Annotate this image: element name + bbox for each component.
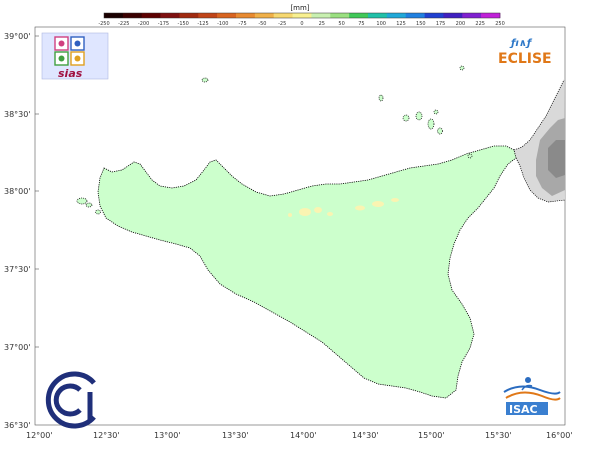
colorbar-swatch bbox=[141, 13, 161, 18]
colorbar-swatch bbox=[443, 13, 463, 18]
colorbar-swatch bbox=[349, 13, 369, 18]
lon-labels: 12°00' 12°30' 13°00' 13°30' 14°00' 14°30… bbox=[26, 431, 573, 440]
colorbar-swatch bbox=[481, 13, 501, 18]
colorbar-swatch bbox=[330, 13, 350, 18]
colorbar-tick-label: -25 bbox=[278, 21, 286, 27]
colorbar-ticks: -250 -225 -200 -175 -150 -125 -100 -75 -50 -25 0 25… bbox=[98, 21, 504, 27]
colorbar-swatch bbox=[292, 13, 312, 18]
filicudi-island bbox=[402, 114, 410, 122]
colorbar-tick-label: 200 bbox=[456, 21, 466, 27]
eclise-logo-text: ECLISE bbox=[498, 51, 552, 67]
colorbar-unit: [mm] bbox=[290, 4, 309, 12]
colorbar-swatch bbox=[386, 13, 407, 18]
egadi-islands bbox=[76, 197, 88, 205]
map-canvas: 39°00' 38°30' 38°00' 37°30' 37°00' 36°30… bbox=[4, 4, 573, 440]
colorbar-tick-label: 250 bbox=[495, 21, 505, 27]
vulcano-island bbox=[437, 127, 443, 135]
colorbar-swatch bbox=[368, 13, 388, 18]
colorbar-tick-label: -200 bbox=[138, 21, 149, 27]
colorbar-tick-label: 50 bbox=[338, 21, 344, 27]
colorbar-swatch bbox=[179, 13, 199, 18]
lon-label: 14°00' bbox=[290, 431, 317, 440]
colorbar-tick-label: -50 bbox=[258, 21, 266, 27]
lat-label: 38°30' bbox=[4, 110, 31, 119]
colorbar-tick-label: 225 bbox=[475, 21, 485, 27]
colorbar-swatches bbox=[104, 13, 501, 18]
colorbar-swatch bbox=[462, 13, 482, 18]
isac-logo-text: ISAC bbox=[509, 403, 538, 416]
lon-label: 14°30' bbox=[352, 431, 379, 440]
colorbar-tick-label: -75 bbox=[239, 21, 247, 27]
lon-label: 12°00' bbox=[26, 431, 53, 440]
colorbar-tick-label: -150 bbox=[178, 21, 189, 27]
lon-label: 12°30' bbox=[93, 431, 120, 440]
colorbar-tick-label: -125 bbox=[197, 21, 208, 27]
colorbar-tick-label: -250 bbox=[98, 21, 109, 27]
colorbar-swatch bbox=[236, 13, 256, 18]
colorbar-tick-label: 125 bbox=[396, 21, 406, 27]
lat-label: 38°00' bbox=[4, 187, 31, 196]
lon-label: 15°00' bbox=[418, 431, 445, 440]
colorbar-tick-label: 25 bbox=[319, 21, 325, 27]
colorbar-tick-label: 0 bbox=[300, 21, 303, 27]
colorbar-tick-label: 75 bbox=[358, 21, 364, 27]
colorbar-tick-label: -100 bbox=[217, 21, 228, 27]
colorbar-swatch bbox=[104, 13, 124, 18]
colorbar-swatch bbox=[424, 13, 444, 18]
lat-label: 37°00' bbox=[4, 343, 31, 352]
lon-label: 16°00' bbox=[546, 431, 573, 440]
eclise-logo-mark: ƒı∧ƒ bbox=[509, 38, 533, 49]
panarea-island bbox=[433, 109, 439, 115]
colorbar-swatch bbox=[405, 13, 425, 18]
lon-label: 13°30' bbox=[222, 431, 249, 440]
colorbar-swatch bbox=[254, 13, 275, 18]
lat-label: 39°00' bbox=[4, 32, 31, 41]
colorbar-swatch bbox=[311, 13, 331, 18]
lat-labels: 39°00' 38°30' 38°00' 37°30' 37°00' 36°30… bbox=[4, 32, 31, 430]
colorbar-tick-label: 150 bbox=[416, 21, 426, 27]
colorbar-swatch bbox=[198, 13, 218, 18]
colorbar: [mm] -250 -225 -200 -175 -150 -125 -100 -75 -50-… bbox=[98, 4, 504, 27]
lon-label: 15°30' bbox=[485, 431, 512, 440]
colorbar-swatch bbox=[160, 13, 180, 18]
colorbar-tick-label: -175 bbox=[158, 21, 169, 27]
sias-logo-text: sias bbox=[58, 67, 83, 80]
lat-label: 37°30' bbox=[4, 265, 31, 274]
colorbar-tick-label: 175 bbox=[436, 21, 446, 27]
stromboli-island bbox=[459, 65, 465, 71]
ustica-island bbox=[201, 77, 209, 83]
colorbar-tick-label: 100 bbox=[376, 21, 386, 27]
alicudi-island bbox=[378, 94, 384, 102]
colorbar-swatch bbox=[122, 13, 143, 18]
lon-label: 13°00' bbox=[154, 431, 181, 440]
sias-logo: sias bbox=[41, 32, 109, 80]
colorbar-swatch bbox=[273, 13, 293, 18]
lat-label: 36°30' bbox=[4, 421, 31, 430]
lipari-island bbox=[427, 118, 435, 130]
salina-island bbox=[415, 111, 423, 121]
colorbar-tick-label: -225 bbox=[118, 21, 129, 27]
colorbar-swatch bbox=[217, 13, 237, 18]
